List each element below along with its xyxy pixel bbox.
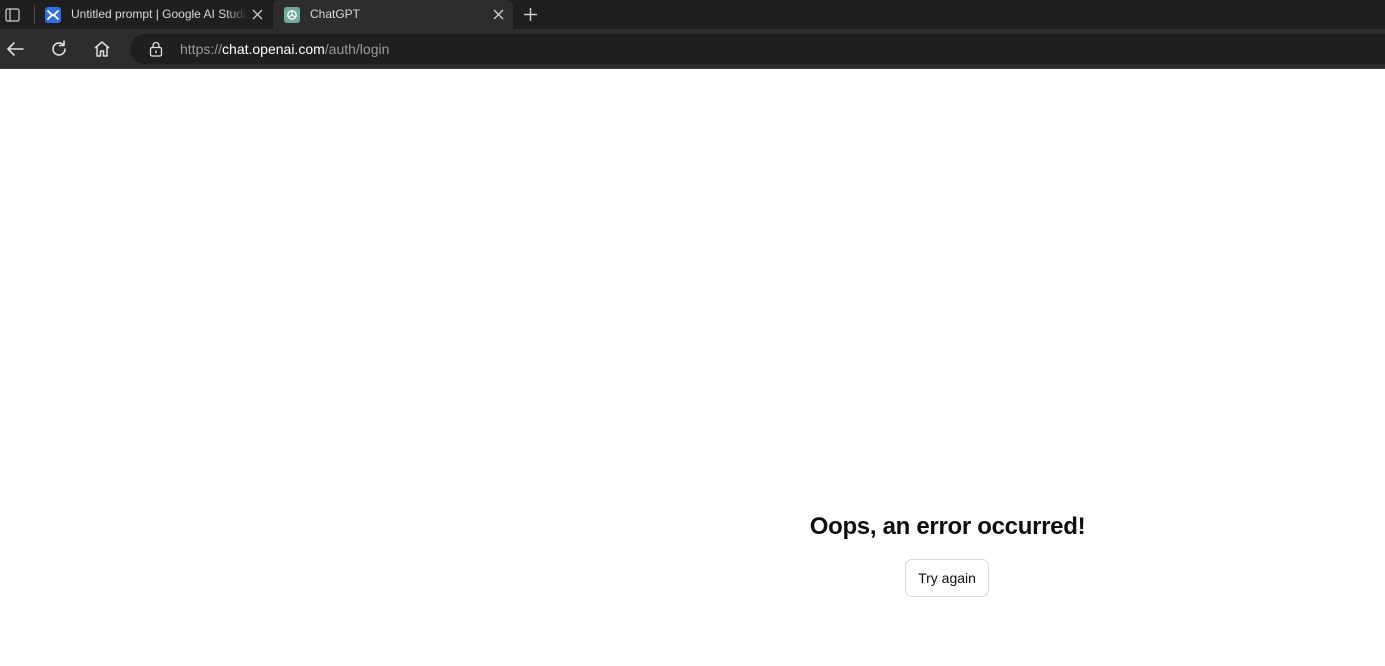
url-text[interactable]: https://chat.openai.com/auth/login [180, 41, 389, 57]
error-heading: Oops, an error occurred! [809, 513, 1086, 540]
tab-actions-button[interactable] [0, 0, 24, 29]
url-scheme: https:// [180, 41, 223, 57]
refresh-icon[interactable] [48, 38, 70, 60]
tab-title: ChatGPT [310, 7, 361, 21]
page-content: Oops, an error occurred! Try again [0, 69, 1385, 666]
tab-title: Untitled prompt | Google AI Studio [71, 7, 247, 21]
home-icon[interactable] [91, 38, 113, 60]
url-path: /auth/login [324, 41, 390, 57]
browser-toolbar: https://chat.openai.com/auth/login [0, 29, 1385, 69]
close-tab-icon[interactable] [492, 8, 505, 21]
tab-chatgpt[interactable]: ChatGPT [273, 0, 513, 29]
lock-icon[interactable] [149, 41, 163, 57]
tab-google-ai-studio[interactable]: Untitled prompt | Google AI Studio [36, 0, 272, 29]
chatgpt-icon [284, 7, 300, 23]
back-arrow-icon[interactable] [4, 38, 26, 60]
close-tab-icon[interactable] [251, 8, 264, 21]
tab-actions-icon [4, 7, 20, 22]
address-bar[interactable]: https://chat.openai.com/auth/login [130, 34, 1385, 64]
browser-tabstrip: Untitled prompt | Google AI Studio ChatG… [0, 0, 1385, 29]
tab-separator [34, 5, 35, 24]
url-host: chat.openai.com [222, 41, 325, 57]
try-again-button[interactable]: Try again [905, 559, 989, 597]
new-tab-icon[interactable] [521, 5, 540, 24]
google-ai-studio-icon [45, 7, 61, 23]
